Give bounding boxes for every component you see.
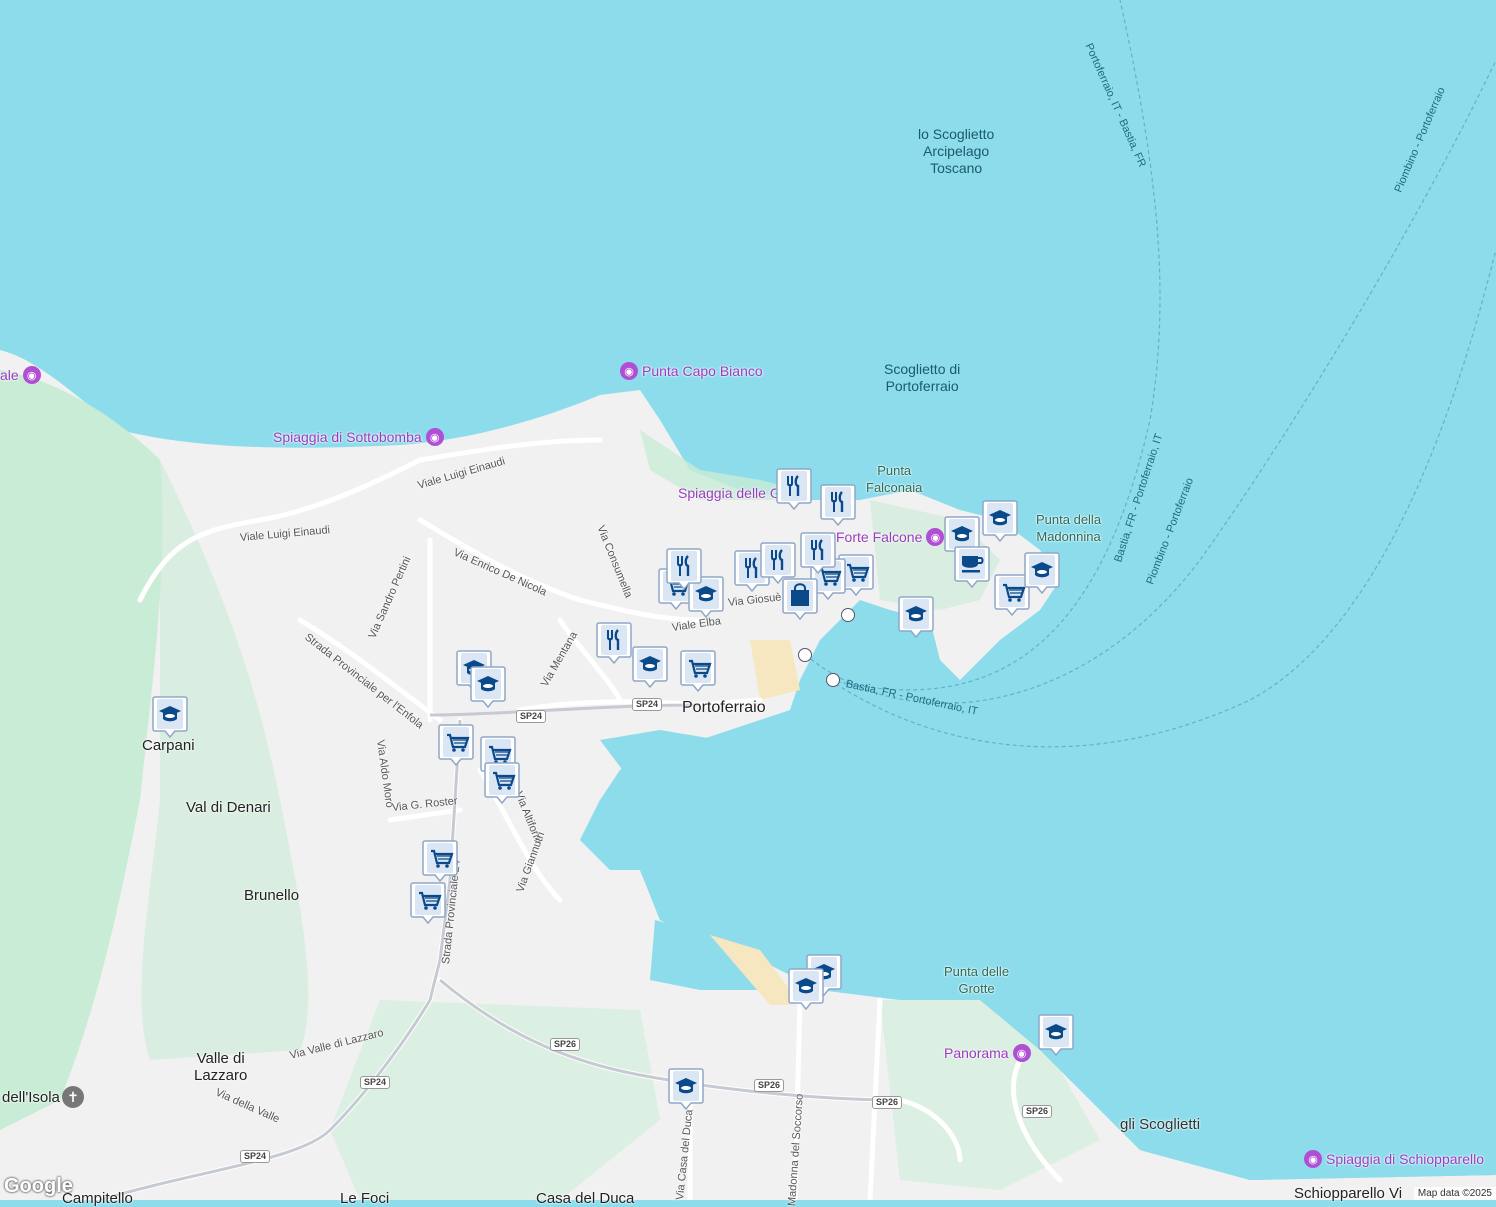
- label-punta-falconaia: Punta Falconaia: [866, 462, 922, 496]
- label-gli-scoglietti: gli Scoglietti: [1120, 1116, 1201, 1133]
- poi-punta-capo-bianco[interactable]: ◉ Punta Capo Bianco: [620, 362, 763, 380]
- label-scoglietto-portoferraio-text: Scoglietto di Portoferraio: [884, 361, 961, 394]
- poi-spiaggia-ghiaie-label: Spiaggia delle G: [678, 485, 781, 501]
- ferry-terminal-icon[interactable]: [841, 608, 855, 622]
- camera-icon: ◉: [1304, 1150, 1322, 1168]
- school-marker[interactable]: [668, 1066, 704, 1110]
- camera-icon: ◉: [22, 366, 41, 384]
- food-marker[interactable]: [820, 482, 856, 526]
- camera-icon: ◉: [926, 528, 945, 546]
- label-val-di-denari: Val di Denari: [186, 799, 271, 816]
- cart-marker[interactable]: [438, 722, 474, 766]
- poi-spiaggia-schiopparello[interactable]: ◉ Spiaggia di Schiopparello: [1304, 1150, 1484, 1168]
- ferry-terminal-icon[interactable]: [826, 673, 840, 687]
- shield-sp24: SP24: [360, 1076, 391, 1089]
- poi-left-edge-label: ale: [0, 367, 19, 383]
- label-brunello: Brunello: [244, 887, 300, 904]
- poi-forte-falcone-label: Forte Falcone: [836, 529, 923, 545]
- shield-sp26: SP26: [872, 1096, 903, 1109]
- ferry-terminal-icon[interactable]: [798, 648, 812, 662]
- food-icon: [800, 532, 836, 574]
- cafe-icon: [954, 546, 990, 588]
- label-punta-falconaia-text: Punta Falconaia: [866, 463, 923, 495]
- food-icon: [820, 484, 856, 526]
- camera-icon: ◉: [425, 428, 444, 446]
- cart-icon: [680, 650, 716, 692]
- shield-sp26: SP26: [754, 1079, 785, 1092]
- food-icon: [666, 548, 702, 590]
- label-schiopparello: Schiopparello Vi: [1294, 1185, 1403, 1202]
- shield-sp24: SP24: [632, 698, 663, 711]
- food-marker[interactable]: [800, 530, 836, 574]
- cart-marker[interactable]: [680, 648, 716, 692]
- camera-icon: ◉: [620, 362, 638, 380]
- label-dell-isola: dell'Isola: [2, 1089, 60, 1106]
- cart-icon: [422, 840, 458, 882]
- school-marker[interactable]: [470, 664, 506, 708]
- shield-sp26: SP26: [1022, 1105, 1053, 1118]
- bag-marker[interactable]: [782, 576, 818, 620]
- school-icon: [1024, 552, 1060, 594]
- school-marker[interactable]: [788, 966, 824, 1010]
- camera-icon: ◉: [1012, 1044, 1031, 1062]
- label-valle-di-lazzaro: Valle di Lazzaro: [194, 1050, 247, 1084]
- school-marker[interactable]: [982, 498, 1018, 542]
- cart-marker[interactable]: [410, 880, 446, 924]
- poi-spiaggia-schiopparello-label: Spiaggia di Schiopparello: [1326, 1151, 1484, 1167]
- map-attribution: Map data ©2025: [1413, 1187, 1496, 1200]
- poi-forte-falcone[interactable]: Forte Falcone ◉: [836, 528, 945, 546]
- label-punta-madonnina-text: Punta della Madonnina: [1036, 512, 1102, 544]
- school-marker[interactable]: [1038, 1012, 1074, 1056]
- school-icon: [788, 968, 824, 1010]
- school-marker[interactable]: [1024, 550, 1060, 594]
- label-scoglietto-arcipelago: lo Scoglietto Arcipelago Toscano: [918, 126, 994, 177]
- church-icon[interactable]: ✝: [62, 1086, 84, 1108]
- poi-punta-capo-bianco-label: Punta Capo Bianco: [642, 363, 763, 379]
- label-casa-del-duca: Casa del Duca: [536, 1190, 635, 1207]
- school-icon: [152, 696, 188, 738]
- label-punta-madonnina: Punta della Madonnina: [1036, 511, 1101, 545]
- label-scoglietto-arcipelago-text: lo Scoglietto Arcipelago Toscano: [918, 126, 995, 176]
- food-marker[interactable]: [596, 620, 632, 664]
- cart-icon: [484, 762, 520, 804]
- food-marker[interactable]: [776, 466, 812, 510]
- cart-icon: [410, 882, 446, 924]
- school-marker[interactable]: [898, 594, 934, 638]
- label-portoferraio: Portoferraio: [682, 699, 766, 716]
- bag-icon: [782, 578, 818, 620]
- school-icon: [982, 500, 1018, 542]
- poi-panorama[interactable]: Panorama ◉: [944, 1044, 1031, 1062]
- label-le-foci: Le Foci: [340, 1190, 390, 1207]
- food-icon: [776, 468, 812, 510]
- shield-sp24: SP24: [240, 1150, 271, 1163]
- label-punta-grotte: Punta delle Grotte: [944, 963, 1009, 997]
- school-icon: [898, 596, 934, 638]
- food-icon: [596, 622, 632, 664]
- poi-spiaggia-sottobomba[interactable]: Spiaggia di Sottobomba ◉: [273, 428, 444, 446]
- school-icon: [470, 666, 506, 708]
- school-icon: [632, 646, 668, 688]
- school-icon: [668, 1068, 704, 1110]
- poi-spiaggia-sottobomba-label: Spiaggia di Sottobomba: [273, 429, 422, 445]
- label-carpani: Carpani: [142, 737, 195, 754]
- cafe-marker[interactable]: [954, 544, 990, 588]
- google-logo: Google: [4, 1175, 73, 1197]
- shield-sp26: SP26: [550, 1038, 581, 1051]
- cart-icon: [438, 724, 474, 766]
- label-valle-di-lazzaro-text: Valle di Lazzaro: [194, 1050, 248, 1084]
- shield-sp24: SP24: [516, 710, 547, 723]
- poi-panorama-label: Panorama: [944, 1045, 1009, 1061]
- label-punta-grotte-text: Punta delle Grotte: [944, 964, 1010, 996]
- label-scoglietto-portoferraio: Scoglietto di Portoferraio: [884, 361, 960, 395]
- food-marker[interactable]: [666, 546, 702, 590]
- school-marker[interactable]: [632, 644, 668, 688]
- poi-left-edge[interactable]: ale ◉: [0, 366, 41, 384]
- school-marker[interactable]: [152, 694, 188, 738]
- cart-marker[interactable]: [422, 838, 458, 882]
- school-icon: [1038, 1014, 1074, 1056]
- cart-marker[interactable]: [484, 760, 520, 804]
